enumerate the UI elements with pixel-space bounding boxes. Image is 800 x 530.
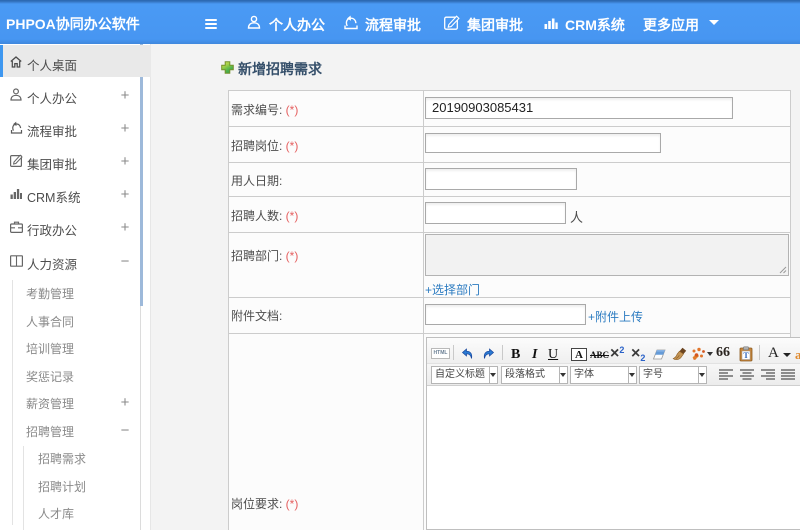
- svg-text:T: T: [743, 351, 749, 360]
